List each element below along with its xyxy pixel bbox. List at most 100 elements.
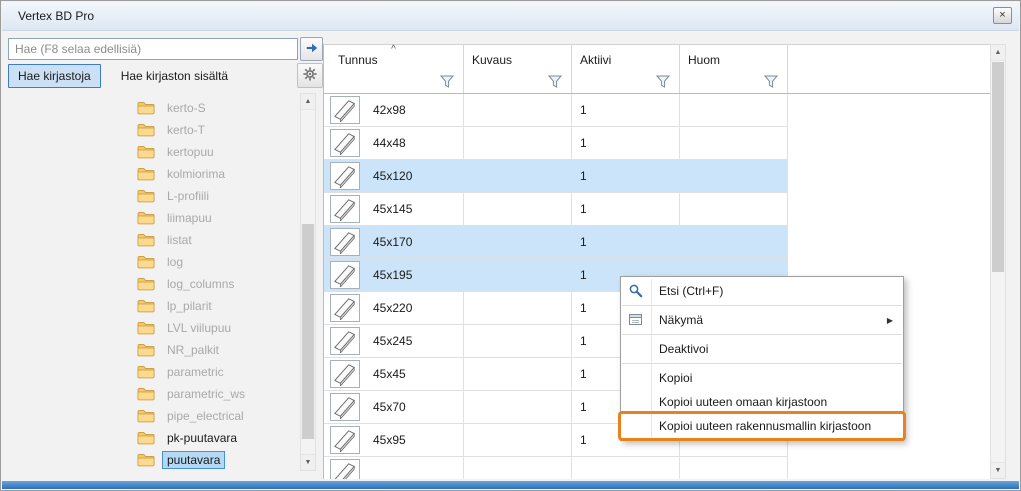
kuvaus-value <box>464 94 572 127</box>
tree-item-lvl-viilupuu[interactable]: LVL viilupuu <box>3 317 299 339</box>
tree-item-pipe-electrical[interactable]: pipe_electrical <box>3 405 299 427</box>
tree-item-pk-puutavara[interactable]: pk-puutavara <box>3 427 299 449</box>
folder-icon <box>137 145 155 159</box>
scroll-down-icon[interactable]: ▼ <box>301 454 315 470</box>
folder-icon <box>137 387 155 401</box>
close-button[interactable]: × <box>993 7 1012 24</box>
kuvaus-value <box>464 226 572 259</box>
filter-cell-tunnus[interactable] <box>324 71 464 93</box>
folder-icon <box>137 211 155 225</box>
table-row-45x170[interactable]: 45x170 1 <box>324 226 990 259</box>
table-scrollbar-thumb[interactable] <box>992 62 1004 272</box>
table-row-42x98[interactable]: 42x98 1 <box>324 94 990 127</box>
scroll-up-icon[interactable]: ▲ <box>301 94 315 110</box>
filter-funnel-icon[interactable] <box>440 75 454 88</box>
profile-plank-icon <box>330 195 360 223</box>
table-row-45x145[interactable]: 45x145 1 <box>324 193 990 226</box>
tree-item-lp-pilarit[interactable]: lp_pilarit <box>3 295 299 317</box>
tree-item-log-columns[interactable]: log_columns <box>3 273 299 295</box>
filter-funnel-icon[interactable] <box>656 75 670 88</box>
huom-value <box>680 193 788 226</box>
tree-item-kerto-t[interactable]: kerto-T <box>3 119 299 141</box>
tree-item-kerto-s[interactable]: kerto-S <box>3 97 299 119</box>
tree-item-kolmiorima[interactable]: kolmiorima <box>3 163 299 185</box>
table-row-partial[interactable] <box>324 457 990 479</box>
column-header-huom[interactable]: Huom <box>680 45 788 71</box>
filter-cell-kuvaus[interactable] <box>464 71 572 93</box>
tunnus-value: 45x70 <box>373 400 406 414</box>
tree-item-parametric[interactable]: parametric <box>3 361 299 383</box>
column-header-tunnus[interactable]: ^ Tunnus <box>324 45 464 71</box>
tunnus-value: 45x120 <box>373 169 412 183</box>
tree-item-label: puutavara <box>162 451 225 469</box>
menu-item-label: Etsi (Ctrl+F) <box>659 284 723 298</box>
filter-funnel-icon[interactable] <box>548 75 562 88</box>
tree-item-l-profiili[interactable]: L-profiili <box>3 185 299 207</box>
filter-funnel-icon[interactable] <box>764 75 778 88</box>
table-row-44x48[interactable]: 44x48 1 <box>324 127 990 160</box>
folder-icon <box>137 321 155 335</box>
tree-item-listat[interactable]: listat <box>3 229 299 251</box>
tree-item-parametric-ws[interactable]: parametric_ws <box>3 383 299 405</box>
search-go-button[interactable] <box>300 37 323 61</box>
filter-cell-huom[interactable] <box>680 71 788 93</box>
close-icon: × <box>999 9 1005 21</box>
menu-item-label: Kopioi uuteen rakennusmallin kirjastoon <box>659 419 871 433</box>
folder-icon <box>137 101 155 115</box>
kuvaus-value <box>464 391 572 424</box>
folder-icon <box>137 255 155 269</box>
menu-item-kopioi-uuteen-rakennusmallin-kirjastoon[interactable]: Kopioi uuteen rakennusmallin kirjastoon <box>621 414 903 438</box>
column-header-label: Kuvaus <box>472 53 512 67</box>
tree-item-log[interactable]: log <box>3 251 299 273</box>
folder-icon <box>137 233 155 247</box>
search-icon <box>628 283 644 299</box>
tunnus-value: 44x48 <box>373 136 406 150</box>
kuvaus-value <box>464 259 572 292</box>
menu-item-etsi-ctrl-f[interactable]: Etsi (Ctrl+F) <box>621 279 903 303</box>
scroll-up-icon[interactable]: ▲ <box>991 45 1005 61</box>
tree-item-label: parametric_ws <box>162 385 250 403</box>
tree-scrollbar[interactable]: ▲ ▼ <box>300 93 316 471</box>
column-header-aktiivi[interactable]: Aktiivi <box>572 45 680 71</box>
tree-item-label: pk-puutavara <box>162 429 242 447</box>
window-bottom-border <box>2 481 1019 489</box>
tunnus-value: 45x170 <box>373 235 412 249</box>
tab-hae-kirjaston-sisalta[interactable]: Hae kirjaston sisältä <box>111 64 238 88</box>
folder-icon <box>137 189 155 203</box>
tree-scrollbar-thumb[interactable] <box>302 224 314 439</box>
aktiivi-value <box>572 457 680 479</box>
menu-item-n-kym[interactable]: Näkymä ▶ <box>621 308 903 332</box>
column-header-kuvaus[interactable]: Kuvaus <box>464 45 572 71</box>
tree-item-label: kertopuu <box>162 143 219 161</box>
aktiivi-value: 1 <box>572 226 680 259</box>
menu-separator <box>622 305 902 306</box>
view-icon <box>628 312 644 328</box>
scroll-down-icon[interactable]: ▼ <box>991 462 1005 478</box>
tree-item-label: kolmiorima <box>162 165 230 183</box>
table-scrollbar[interactable]: ▲ ▼ <box>990 44 1006 479</box>
tree-item-liimapuu[interactable]: liimapuu <box>3 207 299 229</box>
settings-button[interactable] <box>297 63 323 88</box>
search-input[interactable] <box>8 38 298 60</box>
huom-value <box>680 457 788 479</box>
menu-item-label: Näkymä <box>659 313 703 327</box>
menu-item-label: Kopioi uuteen omaan kirjastoon <box>659 395 827 409</box>
column-header-label: Huom <box>688 53 720 67</box>
tunnus-value: 45x220 <box>373 301 412 315</box>
tree-item-puutavara[interactable]: puutavara <box>3 449 299 471</box>
filter-cell-aktiivi[interactable] <box>572 71 680 93</box>
menu-separator <box>622 334 902 335</box>
folder-icon <box>137 299 155 313</box>
menu-item-kopioi-uuteen-omaan-kirjastoon[interactable]: Kopioi uuteen omaan kirjastoon <box>621 390 903 414</box>
table-row-45x120[interactable]: 45x120 1 <box>324 160 990 193</box>
menu-item-deaktivoi[interactable]: Deaktivoi <box>621 337 903 361</box>
folder-icon <box>137 123 155 137</box>
huom-value <box>680 127 788 160</box>
gear-icon <box>302 66 318 85</box>
profile-plank-icon <box>330 228 360 256</box>
titlebar[interactable]: Vertex BD Pro <box>2 2 1019 31</box>
tree-item-nr-palkit[interactable]: NR_palkit <box>3 339 299 361</box>
menu-item-kopioi[interactable]: Kopioi <box>621 366 903 390</box>
tab-hae-kirjastoja[interactable]: Hae kirjastoja <box>8 64 101 88</box>
tree-item-kertopuu[interactable]: kertopuu <box>3 141 299 163</box>
